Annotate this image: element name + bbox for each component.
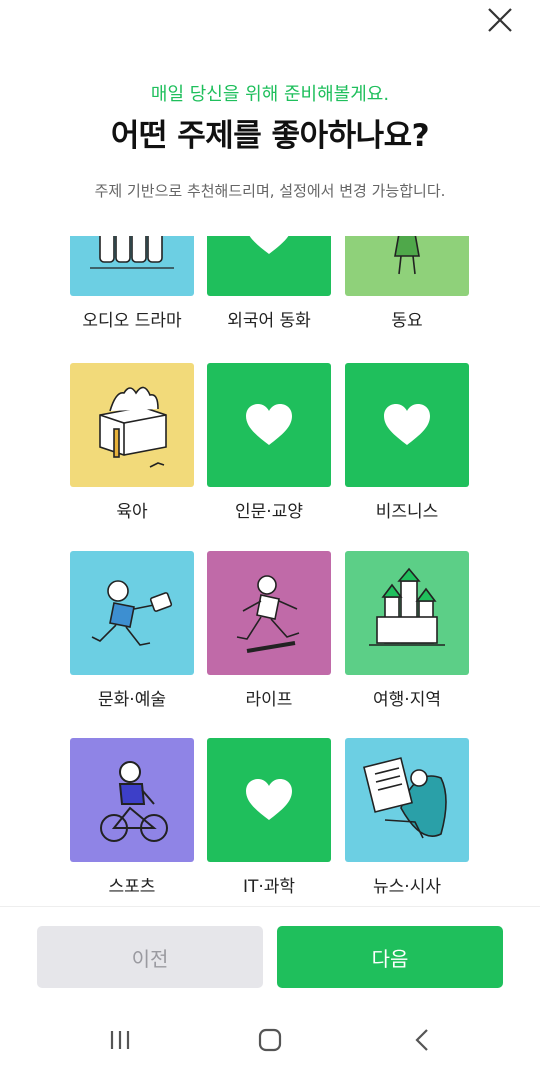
newspaper-reader-illustration (363, 757, 447, 839)
prev-button[interactable]: 이전 (37, 926, 263, 988)
topic-tile-news[interactable]: 뉴스·시사 (345, 738, 469, 899)
recents-button[interactable] (100, 1022, 140, 1058)
back-icon (415, 1029, 428, 1051)
singer-illustration (394, 236, 420, 275)
topic-image (207, 236, 331, 296)
close-icon (488, 8, 512, 32)
recents-icon (110, 1031, 130, 1049)
topic-image (70, 738, 194, 862)
topic-tile-audio-drama[interactable]: 오디오 드라마 (70, 236, 194, 333)
runner-bag-illustration (91, 580, 173, 646)
topic-tile-nursery-rhymes[interactable]: 동요 (345, 236, 469, 333)
topic-label: 오디오 드라마 (82, 311, 182, 331)
heart-icon (384, 404, 430, 445)
topic-image (70, 236, 194, 296)
runner-illustration (236, 575, 300, 653)
topic-tile-culture-arts[interactable]: 문화·예술 (70, 551, 194, 712)
page-description: 주제 기반으로 추천해드리며, 설정에서 변경 가능합니다. (94, 182, 446, 200)
topic-tile-travel[interactable]: 여행·지역 (345, 551, 469, 712)
topic-label: 문화·예술 (98, 690, 166, 710)
topic-label: 스포츠 (108, 877, 156, 897)
topic-label: 뉴스·시사 (373, 877, 441, 897)
topic-label: 인문·교양 (235, 502, 303, 522)
topic-image (345, 551, 469, 675)
heart-icon (246, 404, 292, 445)
topic-label: 육아 (116, 502, 148, 522)
topic-label: 동요 (391, 311, 423, 331)
crowd-illustration (90, 236, 174, 269)
close-button[interactable] (482, 2, 518, 38)
cyclist-illustration (100, 761, 168, 842)
topic-image (345, 363, 469, 487)
castle-illustration (369, 567, 445, 646)
page-subtitle: 매일 당신을 위해 준비해볼게요. (150, 84, 390, 105)
page-header: 매일 당신을 위해 준비해볼게요. 어떤 주제를 좋아하나요? 주제 기반으로 … (0, 82, 540, 202)
topic-image (207, 551, 331, 675)
system-nav-bar (0, 1008, 540, 1069)
topic-tile-business[interactable]: 비즈니스 (345, 363, 469, 524)
home-button[interactable] (250, 1022, 290, 1058)
topic-image (345, 738, 469, 862)
topic-tile-humanities[interactable]: 인문·교양 (207, 363, 331, 524)
topic-tile-parenting[interactable]: 육아 (70, 363, 194, 524)
topic-image (70, 551, 194, 675)
topic-label: IT·과학 (242, 877, 296, 897)
box-illustration (99, 386, 167, 468)
topic-image (70, 363, 194, 487)
topic-label: 비즈니스 (375, 502, 439, 522)
topic-tile-sports[interactable]: 스포츠 (70, 738, 194, 899)
home-icon (258, 1028, 282, 1052)
topic-image (345, 236, 469, 296)
topic-label: 외국어 동화 (227, 311, 311, 331)
topic-grid-viewport[interactable]: 오디오 드라마 외국어 동화 동요 육아 인문·교양 비즈니스 문화·예술 라이… (0, 236, 540, 904)
bottom-action-bar: 이전 다음 (0, 906, 540, 1007)
topic-tile-foreign-tales[interactable]: 외국어 동화 (207, 236, 331, 333)
topic-tile-life[interactable]: 라이프 (207, 551, 331, 712)
next-button[interactable]: 다음 (277, 926, 503, 988)
topic-image (207, 738, 331, 862)
page-title: 어떤 주제를 좋아하나요? (110, 118, 430, 154)
topic-label: 라이프 (245, 690, 293, 710)
topic-image (207, 363, 331, 487)
back-button[interactable] (402, 1022, 442, 1058)
topic-tile-it-science[interactable]: IT·과학 (207, 738, 331, 899)
heart-icon (249, 236, 289, 254)
topic-label: 여행·지역 (373, 690, 441, 710)
heart-icon (246, 779, 292, 820)
